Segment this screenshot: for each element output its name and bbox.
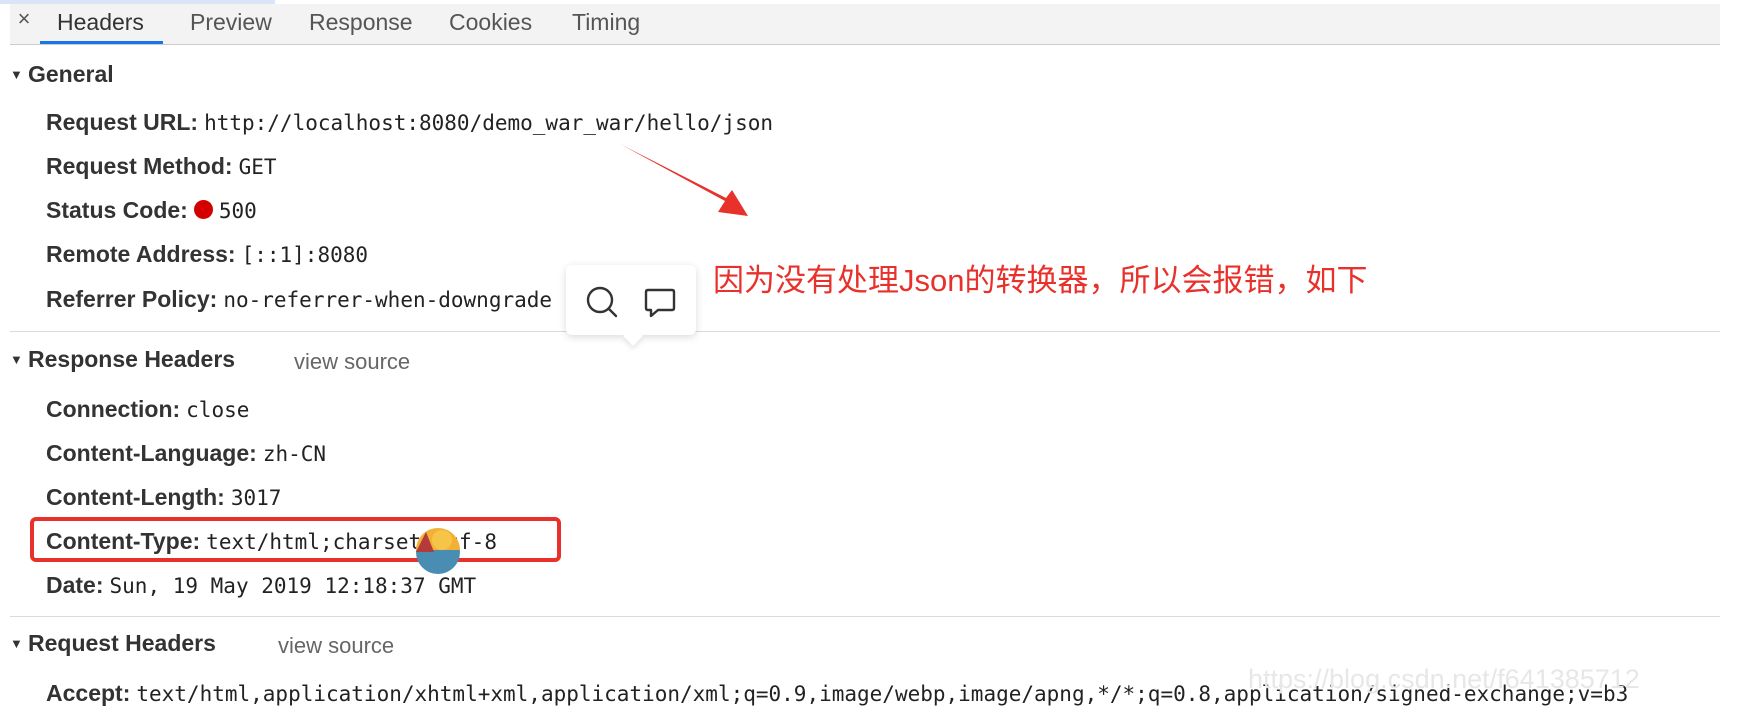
section-general-title: General	[28, 61, 114, 87]
header-value: 500	[218, 199, 257, 223]
header-key: Remote Address:	[46, 241, 236, 267]
header-key: Connection:	[46, 396, 181, 422]
tab-cookies[interactable]: Cookies	[449, 4, 532, 44]
section-response-headers-toggle[interactable]: ▼ Response Headers	[10, 346, 235, 373]
header-key: Referrer Policy:	[46, 286, 218, 312]
header-value: GET	[238, 155, 277, 179]
header-key: Content-Language:	[46, 440, 257, 466]
header-row-content-length: Content-Length: 3017	[46, 484, 281, 511]
header-row-referrer-policy: Referrer Policy: no-referrer-when-downgra…	[46, 286, 552, 313]
header-value: 3017	[230, 486, 282, 510]
header-key: Request Method:	[46, 153, 233, 179]
header-value: http://localhost:8080/demo_war_war/hello…	[204, 111, 774, 135]
section-response-headers-title: Response Headers	[28, 346, 236, 372]
header-value: no-referrer-when-downgrade	[223, 288, 553, 312]
tab-response[interactable]: Response	[309, 4, 413, 44]
section-general-toggle[interactable]: ▼ General	[10, 61, 114, 88]
header-value: [::1]:8080	[241, 243, 369, 267]
header-row-request-method: Request Method: GET	[46, 153, 277, 180]
watermark: https://blog.csdn.net/f641385712	[1248, 664, 1640, 694]
section-request-headers-title: Request Headers	[28, 630, 216, 656]
header-key: Date:	[46, 572, 104, 598]
collapse-triangle-icon: ▼	[10, 636, 23, 651]
red-arrow	[620, 144, 748, 216]
header-row-status-code: Status Code: 500	[46, 197, 257, 224]
tab-headers[interactable]: Headers	[40, 4, 163, 44]
assistant-avatar-icon[interactable]	[412, 522, 464, 578]
header-key: Status Code:	[46, 197, 188, 223]
floating-toolbar	[566, 265, 696, 335]
section-request-headers-toggle[interactable]: ▼ Request Headers	[10, 630, 216, 657]
header-value: zh-CN	[262, 442, 327, 466]
status-error-dot-icon	[193, 200, 213, 219]
header-key: Content-Length:	[46, 484, 225, 510]
tab-timing[interactable]: Timing	[572, 4, 640, 44]
content-type-highlight-box	[30, 517, 561, 562]
section-divider	[10, 616, 1720, 617]
search-icon[interactable]	[584, 284, 620, 320]
collapse-triangle-icon: ▼	[10, 67, 23, 82]
header-row-connection: Connection: close	[46, 396, 249, 423]
comment-icon[interactable]	[642, 284, 678, 320]
view-source-link[interactable]: view source	[278, 633, 394, 659]
view-source-link[interactable]: view source	[294, 349, 410, 375]
tab-preview[interactable]: Preview	[190, 4, 272, 44]
header-row-remote-address: Remote Address: [::1]:8080	[46, 241, 368, 268]
header-key: Request URL:	[46, 109, 199, 135]
header-row-content-language: Content-Language: zh-CN	[46, 440, 326, 467]
annotation-text: 因为没有处理Json的转换器，所以会报错，如下	[713, 263, 1368, 298]
devtools-tab-bar: × Headers Preview Response Cookies Timin…	[10, 4, 1720, 45]
close-icon[interactable]: ×	[10, 4, 38, 42]
section-divider	[10, 331, 1720, 332]
header-row-request-url: Request URL: http://localhost:8080/demo_w…	[46, 109, 773, 136]
header-key: Accept:	[46, 680, 131, 706]
header-value: close	[186, 398, 250, 422]
collapse-triangle-icon: ▼	[10, 352, 23, 367]
